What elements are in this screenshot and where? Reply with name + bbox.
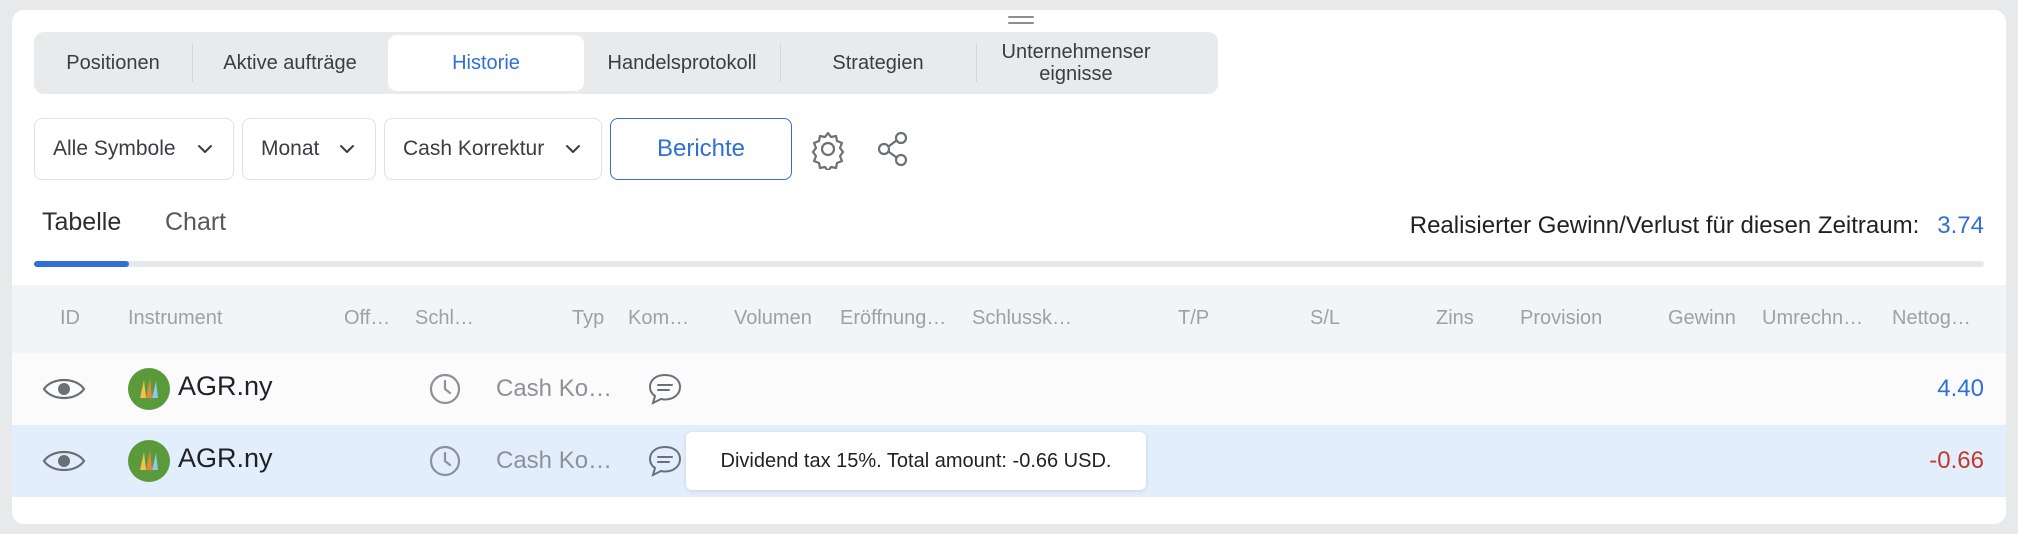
column-header-typ[interactable]: Typ xyxy=(572,307,604,330)
clock-icon xyxy=(429,373,461,405)
realized-pnl-value: 3.74 xyxy=(1937,212,1984,239)
section-tabs: Positionen Aktive aufträge Historie Hand… xyxy=(34,32,1218,94)
instrument-symbol: AGR.ny xyxy=(178,371,273,401)
instrument-logo xyxy=(128,440,170,482)
tab-label-line2: eignisse xyxy=(1039,63,1113,85)
drag-handle-icon[interactable] xyxy=(1008,12,1034,28)
column-header-kommentar[interactable]: Kom… xyxy=(628,307,689,330)
chevron-down-icon xyxy=(566,145,580,153)
realized-pnl-label: Realisierter Gewinn/Verlust für diesen Z… xyxy=(1409,212,1920,239)
instrument-logo xyxy=(128,368,170,410)
tab-unternehmensereignisse[interactable]: Unternehmenser eignisse xyxy=(976,32,1176,94)
reports-button[interactable]: Berichte xyxy=(610,118,792,180)
column-header-offen[interactable]: Off… xyxy=(344,307,390,330)
column-header-provision[interactable]: Provision xyxy=(1520,307,1602,330)
column-header-zins[interactable]: Zins xyxy=(1436,307,1474,330)
tab-positionen[interactable]: Positionen xyxy=(34,32,192,94)
type-filter-value: Cash Korrektur xyxy=(403,137,545,160)
net-profit-value: -0.66 xyxy=(1929,447,1984,474)
view-tab-table[interactable]: Tabelle xyxy=(42,208,121,237)
column-header-sl[interactable]: S/L xyxy=(1310,307,1340,330)
comment-icon[interactable] xyxy=(647,372,683,406)
chevron-down-icon xyxy=(198,145,212,153)
column-header-instrument[interactable]: Instrument xyxy=(128,307,222,330)
instrument-symbol: AGR.ny xyxy=(178,443,273,473)
history-panel: Positionen Aktive aufträge Historie Hand… xyxy=(12,10,2006,524)
column-header-eroeffnung[interactable]: Eröffnung… xyxy=(840,307,946,330)
column-header-schluss[interactable]: Schl… xyxy=(415,307,474,330)
gear-icon[interactable] xyxy=(807,128,849,170)
column-header-nettogewinn[interactable]: Nettog… xyxy=(1892,307,1971,330)
eye-icon[interactable] xyxy=(42,443,86,479)
tab-strategien[interactable]: Strategien xyxy=(780,32,976,94)
tab-aktive-auftraege[interactable]: Aktive aufträge xyxy=(192,32,388,94)
net-profit-value: 4.40 xyxy=(1937,375,1984,402)
transaction-type: Cash Ko… xyxy=(496,447,613,474)
period-filter-dropdown[interactable]: Monat xyxy=(242,118,376,180)
column-header-umrechnung[interactable]: Umrechn… xyxy=(1762,307,1863,330)
period-filter-value: Monat xyxy=(261,137,320,160)
comment-icon[interactable] xyxy=(647,444,683,478)
symbol-filter-dropdown[interactable]: Alle Symbole xyxy=(34,118,234,180)
clock-icon xyxy=(429,445,461,477)
tab-label-line1: Unternehmenser xyxy=(1001,41,1151,63)
type-filter-dropdown[interactable]: Cash Korrektur xyxy=(384,118,602,180)
share-icon[interactable] xyxy=(872,128,914,170)
column-header-id[interactable]: ID xyxy=(60,307,80,330)
table-header: ID Instrument Off… Schl… Typ Kom… Volume… xyxy=(12,285,2006,353)
column-header-volumen[interactable]: Volumen xyxy=(734,307,812,330)
column-header-gewinn[interactable]: Gewinn xyxy=(1668,307,1736,330)
table-row[interactable]: AGR.ny Cash Ko… 4.40 xyxy=(12,353,2006,425)
transaction-type: Cash Ko… xyxy=(496,375,613,402)
symbol-filter-value: Alle Symbole xyxy=(53,137,176,160)
chevron-down-icon xyxy=(340,145,354,153)
view-tab-indicator xyxy=(34,261,129,267)
column-header-tp[interactable]: T/P xyxy=(1178,307,1209,330)
tab-historie[interactable]: Historie xyxy=(388,35,584,91)
realized-pnl-summary: Realisierter Gewinn/Verlust für diesen Z… xyxy=(1410,212,1984,240)
comment-tooltip: Dividend tax 15%. Total amount: -0.66 US… xyxy=(686,432,1146,490)
eye-icon[interactable] xyxy=(42,371,86,407)
view-tab-indicator-track xyxy=(34,261,1984,267)
column-header-schlusskurs[interactable]: Schlussk… xyxy=(972,307,1072,330)
tab-handelsprotokoll[interactable]: Handelsprotokoll xyxy=(584,32,780,94)
view-tab-chart[interactable]: Chart xyxy=(165,208,226,237)
